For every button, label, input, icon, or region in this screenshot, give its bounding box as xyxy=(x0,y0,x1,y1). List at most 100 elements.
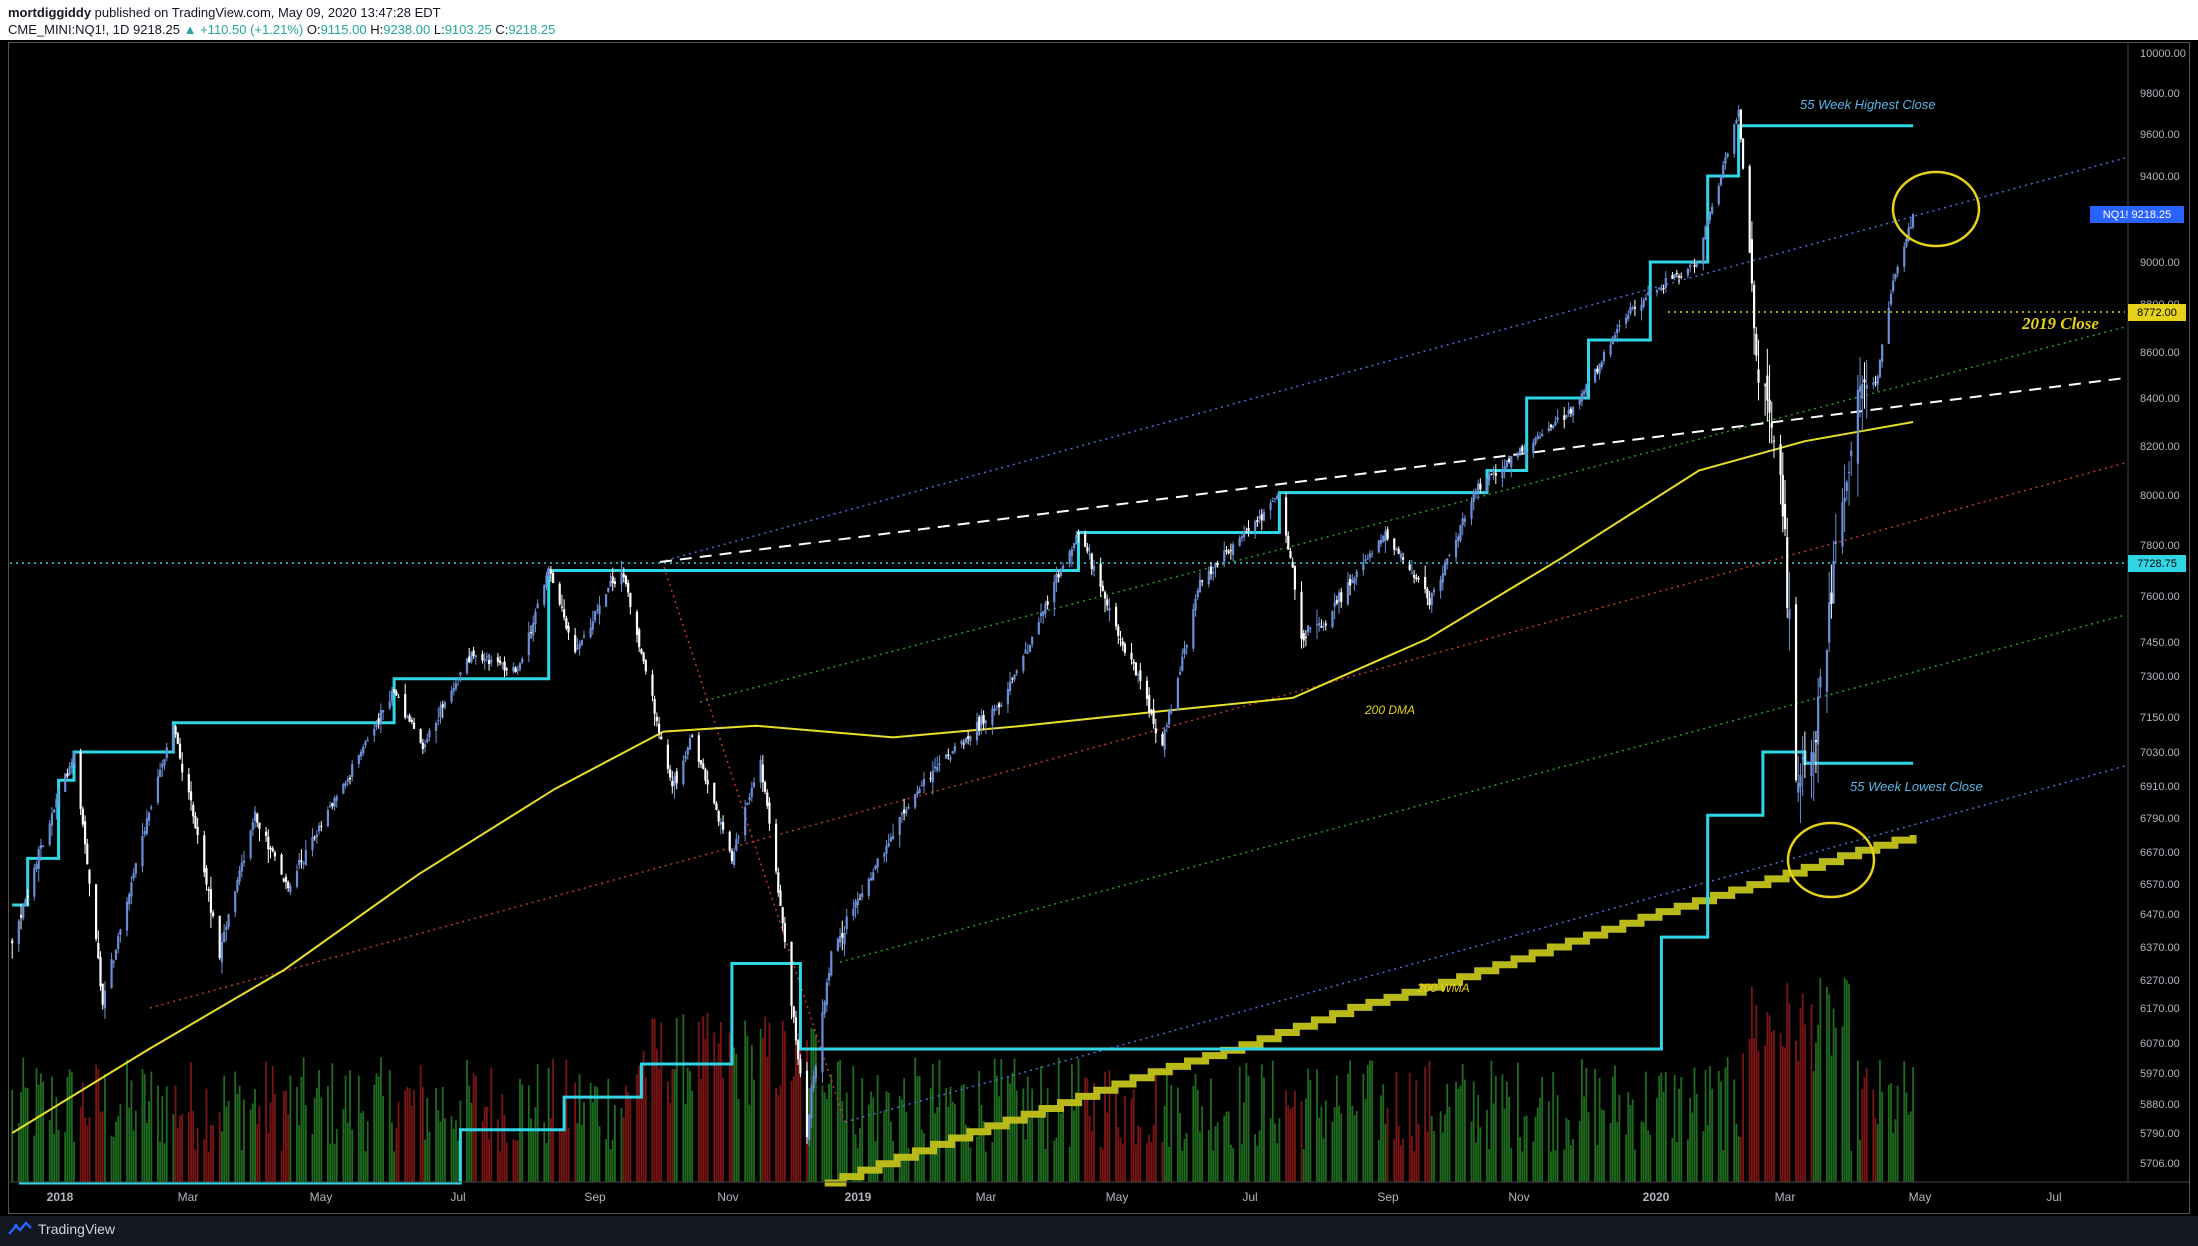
volume-bar xyxy=(530,1118,532,1182)
volume-bar xyxy=(1165,1064,1168,1182)
candle-body xyxy=(1013,674,1016,680)
candle-body xyxy=(1567,410,1570,415)
volume-bar xyxy=(68,1069,71,1182)
volume-bar xyxy=(1062,1109,1064,1182)
volume-bar xyxy=(1307,1068,1310,1182)
candle-body xyxy=(1764,384,1767,386)
volume-bar xyxy=(1285,1090,1287,1182)
volume-bar xyxy=(1320,1106,1323,1182)
candle-body xyxy=(1717,185,1720,205)
candle-body xyxy=(1185,645,1188,648)
annotations: 55 Week Highest Close 55 Week Lowest Clos… xyxy=(1364,97,2099,995)
volume-bar xyxy=(545,1142,548,1182)
y-tick-label: 6670.00 xyxy=(2140,847,2180,859)
candle-body xyxy=(258,822,261,829)
candle-body xyxy=(1240,536,1244,539)
volume-bar xyxy=(1662,1091,1665,1182)
volume-bar xyxy=(830,1074,833,1182)
volume-bar xyxy=(466,1059,468,1182)
candle-body xyxy=(499,660,502,664)
candle-body xyxy=(962,743,965,745)
volume-bar xyxy=(441,1086,444,1182)
volume-bar xyxy=(607,1078,610,1182)
volume-bar xyxy=(1647,1130,1650,1182)
volume-bar xyxy=(737,1098,740,1182)
candle-body xyxy=(1075,535,1078,545)
y-tick-label: 7150.00 xyxy=(2140,712,2180,724)
volume-bar xyxy=(349,1070,351,1182)
volume-bar xyxy=(1071,1064,1073,1182)
volume-bar xyxy=(11,1089,14,1182)
volume-bar xyxy=(1611,1076,1614,1182)
candle-body xyxy=(1262,512,1266,521)
price-chart[interactable]: 55 Week Highest Close 55 Week Lowest Clos… xyxy=(0,0,2198,1246)
volume-bar xyxy=(594,1085,596,1182)
candle-body xyxy=(1459,525,1462,541)
volume-bar xyxy=(920,1129,923,1182)
volume-bar xyxy=(1598,1077,1601,1182)
candle-body xyxy=(1642,299,1645,307)
candle-body xyxy=(1114,606,1118,627)
candle-body xyxy=(53,809,56,813)
volume-bar xyxy=(1863,1077,1866,1182)
volume-bar xyxy=(428,1131,431,1182)
volume-bar xyxy=(1656,1098,1658,1182)
volume-bar xyxy=(1152,1125,1155,1182)
volume-bar xyxy=(269,1102,272,1182)
candle-body xyxy=(1194,598,1197,611)
candle-body xyxy=(474,655,477,658)
volume-bar xyxy=(532,1131,535,1182)
candle-body xyxy=(240,862,243,872)
candle-body xyxy=(1832,560,1835,604)
volume-bar xyxy=(1305,1098,1307,1182)
candle-body xyxy=(282,878,285,882)
candle-body xyxy=(1331,611,1334,628)
candle-body xyxy=(86,843,89,865)
volume-bar xyxy=(1424,1066,1427,1182)
volume-bar xyxy=(1044,1148,1047,1182)
candle-body xyxy=(746,802,749,805)
tradingview-brand[interactable]: TradingView xyxy=(8,1221,115,1237)
volume-bar xyxy=(1788,1003,1791,1182)
volume-bar xyxy=(258,1105,261,1182)
volume-bar xyxy=(766,1057,769,1182)
candle-body xyxy=(117,936,120,950)
candle-body xyxy=(779,890,782,906)
candle-body xyxy=(1695,262,1698,267)
volume-bar xyxy=(1817,1024,1820,1182)
candle-body xyxy=(48,823,51,845)
volume-bar xyxy=(1735,1123,1738,1182)
candle-body xyxy=(1490,473,1493,475)
annotation-label: 2019 Close xyxy=(2021,314,2099,333)
volume-bar xyxy=(81,1082,84,1182)
volume-bar xyxy=(1238,1066,1241,1182)
volume-bar xyxy=(419,1064,422,1182)
volume-bar xyxy=(342,1108,345,1182)
candle-body xyxy=(545,575,548,588)
volume-bar xyxy=(190,1062,192,1182)
candle-body xyxy=(1686,268,1689,276)
volume-bar xyxy=(1346,1073,1349,1182)
volume-bar xyxy=(625,1085,627,1182)
volume-bar xyxy=(1625,1134,1627,1182)
candle-body xyxy=(289,885,292,893)
candle-body xyxy=(527,632,530,656)
x-tick-label: Nov xyxy=(717,1190,738,1204)
candle-body xyxy=(1719,176,1723,185)
candle-body xyxy=(70,762,73,768)
candle-body xyxy=(37,849,40,869)
candle-body xyxy=(1214,562,1217,568)
volume-bar xyxy=(812,1028,815,1182)
volume-bar xyxy=(1616,1122,1619,1182)
volume-bar xyxy=(379,1057,382,1182)
candle-body xyxy=(975,721,979,741)
volume-bar xyxy=(360,1113,362,1182)
candle-body xyxy=(1377,540,1380,553)
volume-bar xyxy=(923,1133,925,1182)
candle-body xyxy=(1148,694,1151,712)
candle-body xyxy=(907,806,910,809)
candle-body xyxy=(876,858,879,868)
volume-bar xyxy=(1395,1072,1398,1182)
volume-bar xyxy=(346,1122,349,1182)
volume-bar xyxy=(1276,1143,1279,1182)
